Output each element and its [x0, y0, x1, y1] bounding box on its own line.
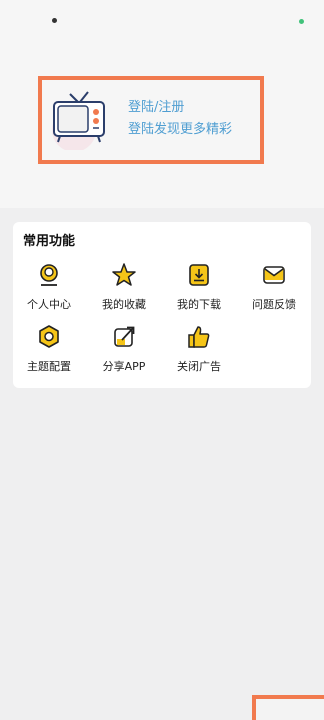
- floating-corner-button[interactable]: [252, 695, 324, 720]
- feature-label: 问题反馈: [252, 298, 296, 311]
- status-indicator-icon: [299, 19, 304, 24]
- feedback-mail-icon: [263, 266, 285, 284]
- feature-feedback[interactable]: 问题反馈: [237, 262, 311, 314]
- feature-favorites[interactable]: 我的收藏: [87, 262, 161, 314]
- user-center-icon: [40, 264, 58, 286]
- share-icon: [114, 326, 135, 347]
- features-title: 常用功能: [23, 234, 76, 249]
- star-icon: [112, 263, 136, 286]
- login-subtitle: 登陆发现更多精彩: [128, 122, 233, 137]
- feature-label: 我的收藏: [102, 298, 146, 311]
- common-features-panel: 常用功能 个人中心 我的收藏 我的下载 问题反馈 主题配置 分享APP 关闭广告: [13, 222, 311, 388]
- login-card[interactable]: 登陆/注册 登陆发现更多精彩: [38, 76, 264, 164]
- feature-label: 关闭广告: [177, 360, 221, 373]
- feature-user-center[interactable]: 个人中心: [12, 262, 86, 314]
- feature-downloads[interactable]: 我的下载: [162, 262, 236, 314]
- retro-tv-icon: [52, 91, 105, 150]
- thumbs-up-icon: [188, 326, 210, 348]
- notification-dot-icon: [52, 18, 57, 23]
- login-register-link[interactable]: 登陆/注册: [128, 96, 184, 115]
- feature-label: 主题配置: [27, 360, 71, 373]
- theme-gear-icon: [39, 325, 59, 348]
- feature-label: 个人中心: [27, 298, 71, 311]
- status-bar: [0, 0, 324, 40]
- download-icon: [189, 264, 209, 286]
- profile-header: 登陆/注册 登陆发现更多精彩: [0, 0, 324, 208]
- feature-theme[interactable]: 主题配置: [12, 324, 86, 376]
- feature-label: 分享APP: [102, 360, 146, 373]
- feature-label: 我的下载: [177, 298, 221, 311]
- feature-close-ads[interactable]: 关闭广告: [162, 324, 236, 376]
- feature-share-app[interactable]: 分享APP: [87, 324, 161, 376]
